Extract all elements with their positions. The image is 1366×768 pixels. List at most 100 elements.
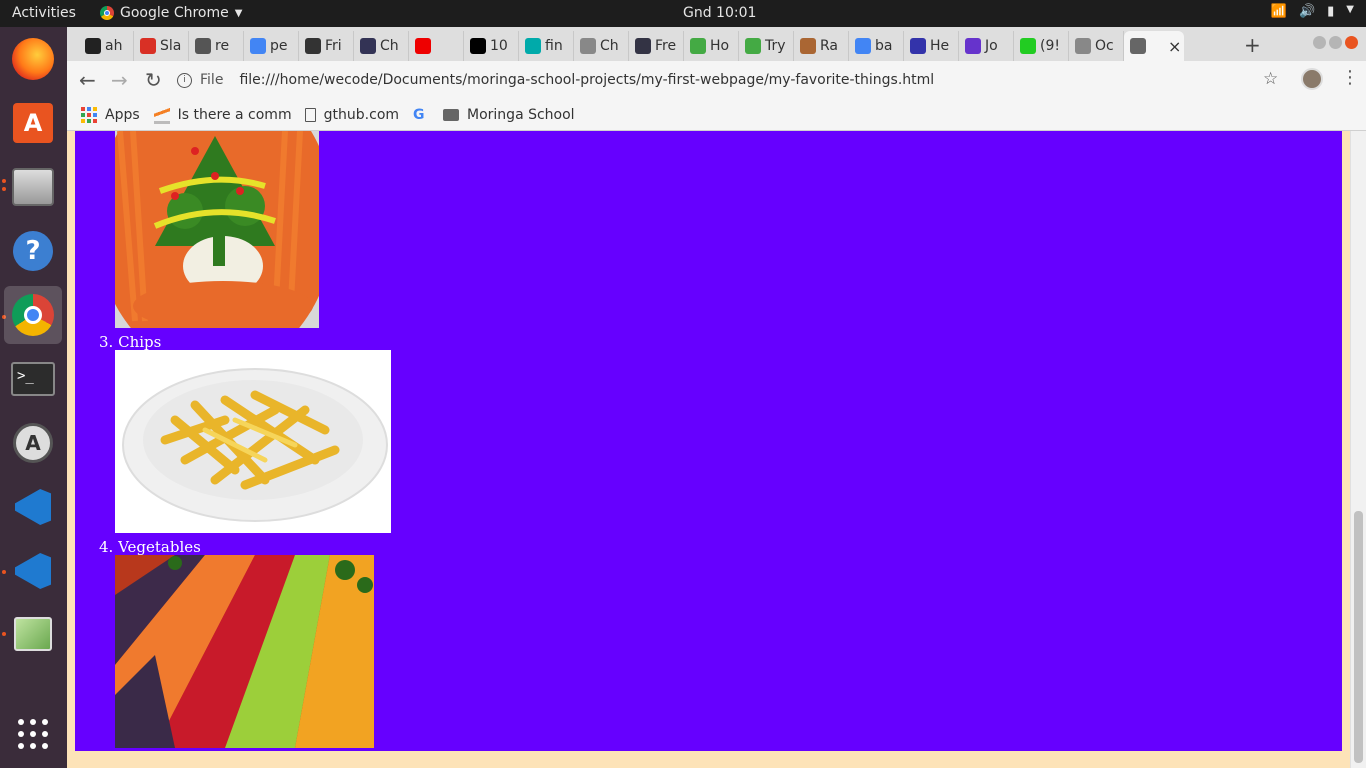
tab-label: pe xyxy=(270,38,288,54)
app-menu[interactable]: Google Chrome ▼ xyxy=(100,5,242,21)
youtube-icon xyxy=(415,38,431,54)
veggie-platter-image xyxy=(115,131,319,328)
tab-1[interactable]: ah xyxy=(79,31,134,61)
software-updater-icon[interactable]: A xyxy=(4,414,62,472)
wifi-icon: 📶 xyxy=(1270,4,1287,19)
tab-label: 10 xyxy=(490,38,508,54)
tab-label: (9! xyxy=(1040,38,1060,54)
google-icon xyxy=(855,38,871,54)
tab-15[interactable]: ba xyxy=(849,31,904,61)
tray-menu-icon: ▼ xyxy=(1346,4,1354,15)
profile-avatar[interactable] xyxy=(1301,68,1323,90)
tab-10[interactable]: Ch xyxy=(574,31,629,61)
tab-11[interactable]: Fre xyxy=(629,31,684,61)
doc-icon xyxy=(580,38,596,54)
generic-icon xyxy=(195,38,211,54)
vertical-scrollbar[interactable] xyxy=(1350,131,1366,768)
firefox-icon[interactable] xyxy=(4,30,62,88)
system-tray[interactable]: 📶 🔊 ▮ ▼ xyxy=(1271,4,1354,19)
tab-18[interactable]: (9! xyxy=(1014,31,1069,61)
image-viewer-icon[interactable] xyxy=(4,605,62,663)
tab-6[interactable]: Ch xyxy=(354,31,409,61)
tab-3[interactable]: re xyxy=(189,31,244,61)
doc-icon xyxy=(1075,38,1091,54)
bookmark-google[interactable]: G xyxy=(413,107,429,123)
url-text[interactable]: file:///home/wecode/Documents/moringa-sc… xyxy=(239,72,934,88)
tab-20[interactable]: × xyxy=(1124,31,1184,61)
maximize-button[interactable] xyxy=(1329,36,1342,49)
list-item-3: 3. Chips xyxy=(99,333,161,351)
files-icon[interactable] xyxy=(4,158,62,216)
battery-icon: ▮ xyxy=(1327,4,1335,19)
omnibox[interactable]: i File file:///home/wecode/Documents/mor… xyxy=(177,66,1257,94)
tab-label: Jo xyxy=(985,38,998,54)
info-icon: i xyxy=(177,72,192,88)
tab-label: Fre xyxy=(655,38,677,54)
tab-label: Ch xyxy=(600,38,619,54)
freecodecamp-icon xyxy=(305,38,321,54)
show-apps-icon[interactable] xyxy=(4,705,62,763)
tab-14[interactable]: Ra xyxy=(794,31,849,61)
bookmark-github[interactable]: gthub.com xyxy=(304,107,399,123)
close-tab-icon[interactable]: × xyxy=(1168,37,1181,56)
chips-image xyxy=(115,350,391,533)
chrome-window: ah Sla re pe Fri Ch 10 fin Ch Fre Ho Try Ra ba He Jo (9!… xyxy=(67,27,1366,768)
back-button[interactable]: ← xyxy=(79,68,96,92)
tab-8[interactable]: 10 xyxy=(464,31,519,61)
forward-button[interactable]: → xyxy=(111,68,128,92)
tab-4[interactable]: pe xyxy=(244,31,299,61)
tab-2[interactable]: Sla xyxy=(134,31,189,61)
site-info[interactable]: i File xyxy=(177,72,223,88)
close-window-button[interactable] xyxy=(1345,36,1358,49)
chrome-menu-button[interactable]: ⋮ xyxy=(1341,67,1359,88)
bookmark-stackoverflow[interactable]: Is there a comma xyxy=(153,105,291,124)
m-icon xyxy=(525,38,541,54)
volume-icon: 🔊 xyxy=(1298,4,1316,19)
apps-grid-icon xyxy=(81,106,97,123)
cube-icon xyxy=(800,38,816,54)
tab-13[interactable]: Try xyxy=(739,31,794,61)
tab-17[interactable]: Jo xyxy=(959,31,1014,61)
reload-button[interactable]: ↻ xyxy=(145,68,162,92)
tab-label: ba xyxy=(875,38,893,54)
page-icon xyxy=(1130,38,1146,54)
tab-label: He xyxy=(930,38,950,54)
tab-label: ah xyxy=(105,38,123,54)
bookmark-moringa-folder[interactable]: Moringa School xyxy=(443,107,575,123)
list-item-4: 4. Vegetables xyxy=(99,538,201,556)
system-top-bar: Activities Google Chrome ▼ Gnd 10:01 📶 🔊… xyxy=(0,0,1366,27)
bookmarks-bar: Apps Is there a comma gthub.com G Moring… xyxy=(67,99,1366,131)
tab-9[interactable]: fin xyxy=(519,31,574,61)
vscode-insiders-icon[interactable] xyxy=(4,542,62,600)
stackoverflow-icon xyxy=(153,105,170,124)
medium-icon xyxy=(470,38,486,54)
software-center-icon[interactable]: A xyxy=(4,94,62,152)
page-viewport[interactable]: 3. Chips 4. Vegetables xyxy=(67,131,1366,768)
terminal-icon[interactable]: >_ xyxy=(4,350,62,408)
tab-12[interactable]: Ho xyxy=(684,31,739,61)
codewars-icon xyxy=(690,38,706,54)
google-icon xyxy=(250,38,266,54)
help-icon[interactable]: ? xyxy=(4,222,62,280)
tab-5[interactable]: Fri xyxy=(299,31,354,61)
tab-7[interactable] xyxy=(409,31,464,61)
tab-strip: ah Sla re pe Fri Ch 10 fin Ch Fre Ho Try Ra ba He Jo (9!… xyxy=(67,27,1366,61)
tab-19[interactable]: Oc xyxy=(1069,31,1124,61)
page-body: 3. Chips 4. Vegetables xyxy=(75,131,1342,751)
tab-label: re xyxy=(215,38,230,54)
window-controls xyxy=(1313,36,1358,49)
ring-icon xyxy=(965,38,981,54)
vscode-icon[interactable] xyxy=(4,478,62,536)
tab-16[interactable]: He xyxy=(904,31,959,61)
new-tab-button[interactable]: + xyxy=(1244,33,1261,57)
tab-label: Ho xyxy=(710,38,730,54)
chrome-icon[interactable] xyxy=(4,286,62,344)
minimize-button[interactable] xyxy=(1313,36,1326,49)
folder-icon xyxy=(443,108,460,121)
scrollbar-thumb[interactable] xyxy=(1354,511,1363,763)
tab-label: Ra xyxy=(820,38,838,54)
activities-button[interactable]: Activities xyxy=(12,5,76,21)
clock[interactable]: Gnd 10:01 xyxy=(683,5,756,21)
bookmark-apps[interactable]: Apps xyxy=(81,106,140,123)
bookmark-star-icon[interactable]: ☆ xyxy=(1263,69,1278,89)
